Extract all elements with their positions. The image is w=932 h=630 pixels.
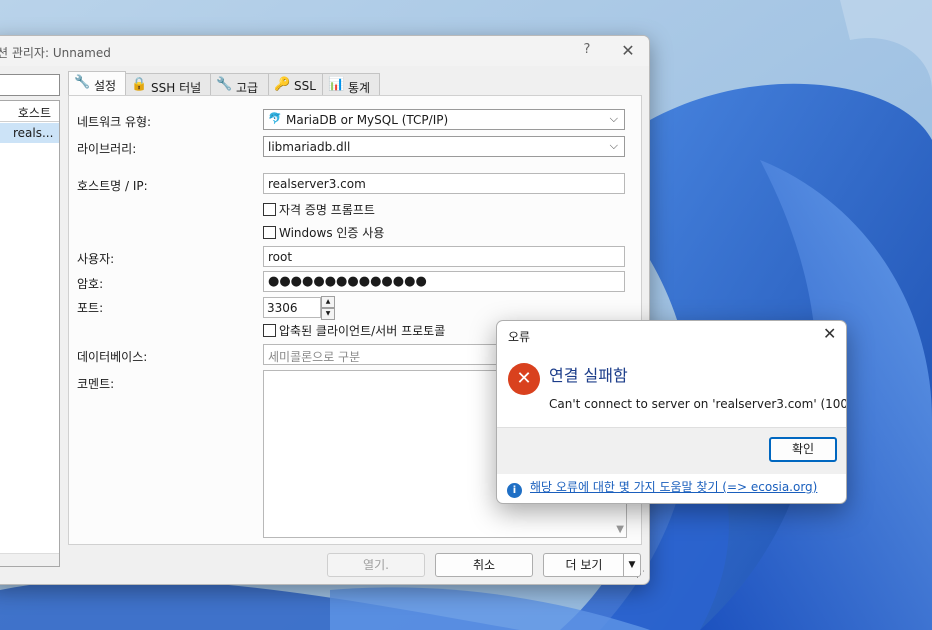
password-input[interactable]: ●●●●●●●●●●●●●● [263,271,625,292]
checkbox-box [263,203,276,216]
tab-statistics[interactable]: 📊 통계 [322,73,380,96]
help-link[interactable]: 해당 오류에 대한 몇 가지 도움말 찾기 (=> ecosia.org) [530,480,817,494]
more-button[interactable]: 더 보기 ▼ [543,553,641,577]
database-placeholder: 세미콜론으로 구분 [268,350,361,364]
wrench-icon: 🔧 [216,77,233,92]
tab-ssh-label: SSH 터널 [151,81,202,95]
dialog-message: Can't connect to server on 'realserver3.… [549,397,847,411]
error-icon: ✕ [508,363,540,395]
comment-label: 코멘트: [77,377,115,391]
host-input[interactable]: realserver3.com [263,173,625,194]
database-label: 데이터베이스: [77,350,148,364]
dialog-heading: 연결 실패함 [549,366,628,385]
close-window-button[interactable]: ✕ [617,41,639,61]
dialog-title: 오류 [508,330,531,344]
port-input[interactable]: 3306 [263,297,321,318]
session-tree[interactable]: 호스트 reals... [0,100,60,567]
tab-ssl[interactable]: 🔑 SSL [268,73,323,96]
windows-auth-checkbox[interactable]: Windows 인증 사용 [263,224,384,240]
tab-settings[interactable]: 🔧 설정 [68,71,126,96]
user-input[interactable]: root [263,246,625,267]
library-select[interactable]: libmariadb.dll ⌵ [263,136,625,157]
session-row[interactable]: reals... [0,123,59,143]
compressed-protocol-checkbox[interactable]: 압축된 클라이언트/서버 프로토콜 [263,322,445,338]
port-label: 포트: [77,301,104,315]
network-type-value: MariaDB or MySQL (TCP/IP) [286,113,449,127]
host-column-label: 호스트 [17,106,51,120]
library-value: libmariadb.dll [268,140,351,154]
host-value: realserver3.com [268,177,366,191]
chart-icon: 📊 [328,77,345,92]
title-bar: 션 관리자: Unnamed ? ✕ [0,36,649,66]
checkbox-box [263,324,276,337]
user-label: 사용자: [77,252,115,266]
password-value: ●●●●●●●●●●●●●● [268,274,427,289]
tab-ssl-label: SSL [294,79,316,93]
key-icon: 🔑 [274,77,291,92]
increment-icon[interactable]: ▲ [321,296,335,308]
session-filter-input[interactable] [0,74,60,96]
port-value: 3306 [267,301,298,315]
tab-settings-label: 설정 [94,79,117,93]
cancel-button[interactable]: 취소 [435,553,533,577]
checkbox-box [263,226,276,239]
horizontal-scrollbar[interactable] [0,553,59,566]
more-label: 더 보기 [565,558,603,572]
windows-auth-label: Windows 인증 사용 [279,226,385,240]
tab-ssh-tunnel[interactable]: 🔒 SSH 터널 [125,73,211,96]
user-value: root [268,250,293,264]
decrement-icon[interactable]: ▼ [321,308,335,320]
scroll-down-icon[interactable]: ▼ [616,524,624,535]
help-button[interactable]: ? [577,42,597,60]
password-label: 암호: [77,277,104,291]
tab-advanced[interactable]: 🔧 고급 [210,73,269,96]
prompt-credentials-label: 자격 증명 프롬프트 [279,203,375,217]
host-column-header[interactable]: 호스트 [0,101,59,122]
library-label: 라이브러리: [77,142,137,156]
network-type-label: 네트워크 유형: [77,115,152,129]
prompt-credentials-checkbox[interactable]: 자격 증명 프롬프트 [263,201,375,217]
ok-button[interactable]: 확인 [769,437,837,462]
dialog-button-bar: 확인 [497,427,846,474]
chevron-down-icon: ⌵ [609,112,618,125]
dialog-close-button[interactable]: ✕ [823,324,836,343]
chevron-down-icon: ⌵ [609,139,618,152]
resize-grip-icon[interactable]: ⋰ [636,570,645,580]
info-icon: i [507,483,522,498]
compressed-protocol-label: 압축된 클라이언트/서버 프로토콜 [279,324,446,338]
host-label: 호스트명 / IP: [77,179,148,193]
session-list-panel: 호스트 reals... ✕ 삭제 [0,74,60,578]
lock-icon: 🔒 [131,77,148,92]
help-link-row: i 해당 오류에 대한 몇 가지 도움말 찾기 (=> ecosia.org) [507,478,817,498]
tab-statistics-label: 통계 [348,81,371,95]
window-title: 션 관리자: Unnamed [0,46,111,60]
open-button[interactable]: 열기. [327,553,425,577]
port-stepper[interactable]: ▲ ▼ [321,296,335,320]
wrench-icon: 🔧 [74,75,91,90]
tab-advanced-label: 고급 [236,81,259,95]
session-host-cell: reals... [13,126,54,140]
network-type-select[interactable]: MariaDB or MySQL (TCP/IP) 🐬 ⌵ [263,109,625,130]
dolphin-icon: 🐬 [268,112,282,125]
error-dialog: 오류 ✕ ✕ 연결 실패함 Can't connect to server on… [496,320,847,504]
